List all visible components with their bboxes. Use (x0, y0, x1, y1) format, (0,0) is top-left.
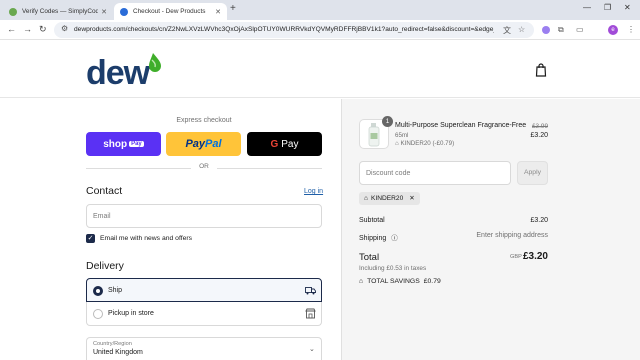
delivery-heading: Delivery (86, 260, 124, 272)
tab-simplycodes[interactable]: Verify Codes — SimplyCodes ✕ (3, 3, 113, 20)
extension-icon[interactable] (542, 26, 550, 34)
forward-icon[interactable]: → (23, 24, 32, 34)
shop-pay-text: shop (103, 138, 128, 150)
extensions-puzzle-icon[interactable]: ⧉ (558, 25, 564, 35)
country-value: United Kingdom (93, 349, 143, 356)
tag-icon: ⌂ (395, 140, 399, 147)
translate-icon[interactable]: 文 (503, 25, 511, 36)
paypal-text-2: Pal (205, 138, 222, 150)
ship-label: Ship (108, 287, 123, 294)
tab-checkout[interactable]: Checkout - Dew Products ✕ (114, 3, 227, 20)
store-icon (305, 308, 316, 319)
remove-discount-icon[interactable]: ✕ (409, 192, 415, 205)
tab-title: Checkout - Dew Products (133, 8, 206, 15)
country-label: Country/Region (93, 341, 132, 347)
google-g-icon: G (270, 138, 279, 150)
newsletter-label: Email me with news and offers (100, 235, 193, 242)
bookmark-star-icon[interactable]: ☆ (518, 25, 525, 34)
back-icon[interactable]: ← (7, 24, 16, 34)
email-field[interactable]: Email (86, 204, 322, 228)
or-label: OR (199, 163, 209, 170)
express-checkout-label: Express checkout (176, 117, 232, 124)
url-text[interactable]: dewproducts.com/checkouts/cn/Z2NwLXVzLWV… (74, 26, 494, 33)
store-header: dew (0, 41, 640, 98)
shipping-row: Shipping ⓘ Enter shipping address (359, 232, 548, 242)
price-discounted: £3.20 (530, 132, 548, 139)
address-bar[interactable]: ⚙ dewproducts.com/checkouts/cn/Z2NwLXVzL… (54, 22, 534, 38)
paypal-button[interactable]: Pay Pal (166, 132, 241, 156)
total-savings: ⌂ TOTAL SAVINGS £0.79 (359, 278, 441, 285)
chevron-down-icon: ⌄ (309, 346, 315, 353)
google-pay-text: Pay (281, 138, 299, 150)
google-pay-button[interactable]: G Pay (247, 132, 322, 156)
discount-placeholder: Discount code (366, 170, 411, 177)
total-value: £3.20 (522, 251, 548, 262)
taxes-note: Including £0.53 in taxes (359, 265, 427, 272)
applied-discount-chip: ⌂ KINDER20 ✕ (359, 192, 420, 205)
price-original: £3.99 (532, 123, 548, 130)
tab-title: Verify Codes — SimplyCodes (22, 8, 99, 15)
applied-code: KINDER20 (370, 195, 404, 202)
svg-text:dew: dew (86, 54, 151, 91)
newsletter-checkbox[interactable]: ✓ (86, 234, 95, 243)
total-currency: GBP (510, 254, 522, 260)
truck-icon (305, 287, 316, 295)
product-discount-text: KINDER20 (-£0.79) (400, 140, 455, 147)
login-link[interactable]: Log in (304, 188, 323, 195)
browser-toolbar: ← → ↻ ⚙ dewproducts.com/checkouts/cn/Z2N… (0, 20, 640, 40)
ship-radio[interactable] (93, 286, 103, 296)
sidepanel-icon[interactable]: ▭ (576, 25, 584, 34)
new-tab-button[interactable]: + (230, 3, 236, 14)
product-name: Multi-Purpose Superclean Fragrance-Free (395, 122, 527, 129)
country-select[interactable]: Country/Region United Kingdom ⌄ (86, 337, 322, 360)
apply-button[interactable]: Apply (517, 161, 548, 185)
maximize-icon[interactable]: ❐ (604, 3, 611, 12)
total-label: Total (359, 252, 380, 263)
contact-heading: Contact (86, 185, 123, 197)
shop-pay-badge: Pay (129, 141, 144, 147)
or-divider: OR (86, 163, 322, 173)
reload-icon[interactable]: ↻ (39, 24, 47, 35)
order-summary: 1 Multi-Purpose Superclean Fragrance-Fre… (341, 99, 640, 360)
pickup-label: Pickup in store (108, 310, 154, 317)
shop-pay-button[interactable]: shop Pay (86, 132, 161, 156)
delivery-option-pickup[interactable]: Pickup in store (86, 302, 322, 326)
shopping-bag-icon[interactable] (535, 63, 547, 77)
product-discount: ⌂ KINDER20 (-£0.79) (395, 140, 454, 147)
browser-menu-icon[interactable]: ⋮ (627, 25, 635, 34)
shipping-label: Shipping (359, 235, 387, 242)
minimize-icon[interactable]: — (583, 3, 591, 12)
discount-code-input[interactable]: Discount code (359, 161, 511, 185)
pickup-radio[interactable] (93, 309, 103, 319)
help-circle-icon[interactable]: ⓘ (391, 235, 398, 242)
tag-icon: ⌂ (364, 195, 368, 202)
savings-label: TOTAL SAVINGS (367, 278, 420, 285)
savings-value: £0.79 (423, 278, 441, 285)
tag-icon: ⌂ (359, 278, 364, 285)
close-tab-icon[interactable]: ✕ (215, 8, 221, 16)
browser-tab-bar: Verify Codes — SimplyCodes ✕ Checkout - … (0, 0, 640, 20)
close-window-icon[interactable]: ✕ (624, 3, 631, 12)
subtotal-row: Subtotal £3.20 (359, 217, 548, 224)
product-variant: 65ml (395, 132, 409, 139)
close-tab-icon[interactable]: ✕ (101, 8, 107, 16)
checkout-form: Express checkout shop Pay Pay Pal G Pay O… (0, 99, 341, 360)
subtotal-value: £3.20 (530, 217, 548, 224)
email-placeholder: Email (93, 213, 111, 220)
shipping-value: Enter shipping address (476, 232, 548, 239)
site-info-icon[interactable]: ⚙ (61, 24, 68, 33)
paypal-text-1: Pay (185, 138, 206, 150)
dew-favicon-icon (120, 7, 128, 16)
subtotal-label: Subtotal (359, 217, 385, 224)
simplycodes-favicon-icon (9, 7, 17, 16)
profile-avatar[interactable]: e (608, 25, 618, 35)
delivery-option-ship[interactable]: Ship (86, 278, 322, 302)
dew-logo[interactable]: dew (86, 51, 166, 91)
quantity-badge: 1 (382, 116, 393, 127)
